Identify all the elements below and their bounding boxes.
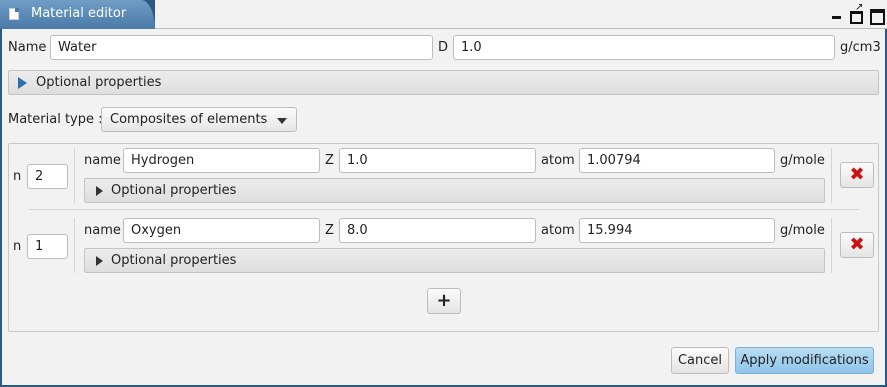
divider <box>831 148 832 203</box>
maximize-icon[interactable] <box>869 7 885 25</box>
n-label: n <box>13 169 22 184</box>
divider <box>831 218 832 273</box>
n-input[interactable] <box>27 164 68 189</box>
document-icon <box>9 8 19 20</box>
component-name-label: name <box>84 223 121 238</box>
atom-unit: g/mole <box>780 223 825 238</box>
expand-arrow-icon <box>96 256 103 266</box>
apply-modifications-button[interactable]: Apply modifications <box>735 347 874 374</box>
material-name-input[interactable] <box>50 35 433 60</box>
components-panel: n name Z atom g/mole Optional properties… <box>8 143 879 332</box>
delete-component-button[interactable]: ✖ <box>840 232 874 258</box>
density-label: D <box>438 40 449 55</box>
component-name-input[interactable] <box>123 218 320 243</box>
expand-arrow-icon <box>96 186 103 196</box>
atom-unit: g/mole <box>780 153 825 168</box>
editor-content: Name D g/cm3 Optional properties Materia… <box>2 29 885 385</box>
detach-icon[interactable] <box>849 2 863 24</box>
component-name-label: name <box>84 153 121 168</box>
z-label: Z <box>325 153 334 168</box>
chevron-down-icon <box>277 118 287 124</box>
component-optional-properties[interactable]: Optional properties <box>84 178 825 203</box>
z-label: Z <box>325 223 334 238</box>
z-input[interactable] <box>339 218 536 243</box>
close-icon: ✖ <box>849 234 865 255</box>
close-icon: ✖ <box>849 164 865 185</box>
n-input[interactable] <box>27 234 68 259</box>
name-label: Name <box>8 40 47 55</box>
material-type-value: Composites of elements <box>110 112 268 127</box>
density-input[interactable] <box>453 35 835 60</box>
divider <box>74 218 75 273</box>
optional-properties-label: Optional properties <box>36 75 162 90</box>
atom-label: atom <box>541 153 575 168</box>
material-optional-properties[interactable]: Optional properties <box>8 70 879 95</box>
atom-input[interactable] <box>579 218 775 243</box>
divider <box>74 148 75 203</box>
expand-arrow-icon <box>18 77 27 89</box>
material-type-label: Material type : <box>8 112 103 127</box>
window-tab[interactable]: Material editor <box>0 0 155 29</box>
component-optional-properties[interactable]: Optional properties <box>84 248 825 273</box>
z-input[interactable] <box>339 148 536 173</box>
component-separator <box>29 209 859 210</box>
cancel-button[interactable]: Cancel <box>671 347 729 374</box>
window-title: Material editor <box>31 6 127 21</box>
material-type-select[interactable]: Composites of elements <box>101 107 297 132</box>
component-name-input[interactable] <box>123 148 320 173</box>
density-unit: g/cm3 <box>840 40 881 55</box>
optional-properties-label: Optional properties <box>111 183 237 198</box>
material-editor-window: Material editor Name D g/cm3 Optional pr… <box>0 0 887 387</box>
optional-properties-label: Optional properties <box>111 253 237 268</box>
atom-label: atom <box>541 223 575 238</box>
delete-component-button[interactable]: ✖ <box>840 162 874 188</box>
minimize-icon[interactable] <box>830 7 844 21</box>
add-component-button[interactable]: + <box>427 288 461 314</box>
atom-input[interactable] <box>579 148 775 173</box>
n-label: n <box>13 239 22 254</box>
titlebar <box>155 0 887 29</box>
